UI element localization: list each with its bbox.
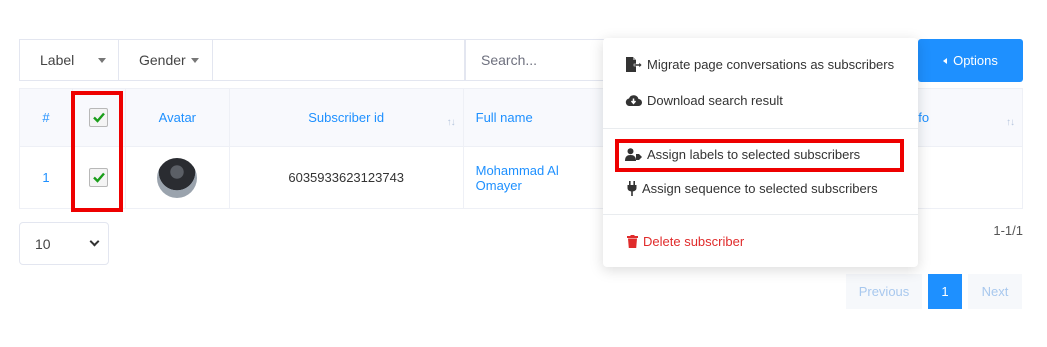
filter-blank-field[interactable] bbox=[213, 39, 465, 81]
checkbox-column-highlight bbox=[71, 91, 123, 212]
result-count: 1-1/1 bbox=[993, 223, 1023, 238]
file-export-icon bbox=[626, 57, 642, 72]
menu-item-label: Migrate page conversations as subscriber… bbox=[647, 57, 895, 72]
menu-item-migrate[interactable]: Migrate page conversations as subscriber… bbox=[625, 57, 894, 72]
col-header-number: # bbox=[19, 88, 73, 147]
page-size-value: 10 bbox=[35, 235, 51, 252]
menu-divider bbox=[603, 214, 918, 215]
menu-item-assign-sequence[interactable]: Assign sequence to selected subscribers bbox=[627, 181, 878, 196]
pagination: Previous 1 Next bbox=[846, 274, 1022, 309]
menu-item-download[interactable]: Download search result bbox=[625, 93, 783, 108]
caret-left-icon bbox=[943, 57, 948, 64]
chevron-down-icon bbox=[89, 236, 100, 247]
page-size-select[interactable]: 10 bbox=[19, 222, 109, 265]
options-button-label: Options bbox=[953, 53, 998, 68]
row-number: 1 bbox=[19, 146, 73, 209]
page-1-button[interactable]: 1 bbox=[928, 274, 962, 309]
col-header-full-name[interactable]: Full name bbox=[462, 88, 604, 147]
next-page-button[interactable]: Next bbox=[968, 274, 1022, 309]
col-header-subscriber-id[interactable]: Subscriber id ↑↓ bbox=[228, 88, 464, 147]
label-filter[interactable]: Label bbox=[19, 39, 119, 81]
sort-icon[interactable]: ↑↓ bbox=[1006, 117, 1015, 128]
menu-item-label: Download search result bbox=[647, 93, 783, 108]
trash-icon bbox=[627, 235, 638, 248]
menu-item-label: Delete subscriber bbox=[643, 234, 745, 249]
avatar bbox=[157, 157, 198, 198]
options-button[interactable]: Options bbox=[918, 39, 1023, 82]
menu-item-delete-subscriber[interactable]: Delete subscriber bbox=[627, 234, 744, 249]
caret-down-icon bbox=[190, 57, 199, 63]
gender-filter[interactable]: Gender bbox=[119, 39, 213, 81]
gender-filter-text: Gender bbox=[139, 52, 186, 68]
col-header-subscriber-id-label: Subscriber id bbox=[308, 110, 385, 125]
search-input[interactable]: Search... bbox=[465, 39, 615, 81]
row-avatar-cell bbox=[124, 146, 230, 209]
previous-page-button[interactable]: Previous bbox=[846, 274, 922, 309]
search-placeholder: Search... bbox=[481, 52, 538, 68]
assign-labels-highlight bbox=[615, 139, 904, 172]
plug-icon bbox=[627, 181, 637, 196]
row-subscriber-id: 6035933623123743 bbox=[228, 146, 464, 209]
cloud-download-icon bbox=[625, 95, 642, 106]
menu-item-label: Assign sequence to selected subscribers bbox=[642, 181, 878, 196]
menu-divider bbox=[603, 128, 918, 129]
caret-down-icon bbox=[98, 57, 107, 63]
filter-bar: Label Gender bbox=[19, 39, 465, 81]
subscriber-manager: Label Gender Search... Options # Avatar bbox=[0, 0, 1047, 347]
label-filter-text: Label bbox=[40, 52, 75, 68]
row-full-name[interactable]: Mohammad Al Omayer bbox=[462, 146, 604, 209]
sort-icon[interactable]: ↑↓ bbox=[447, 117, 456, 128]
col-header-avatar: Avatar bbox=[124, 88, 230, 147]
